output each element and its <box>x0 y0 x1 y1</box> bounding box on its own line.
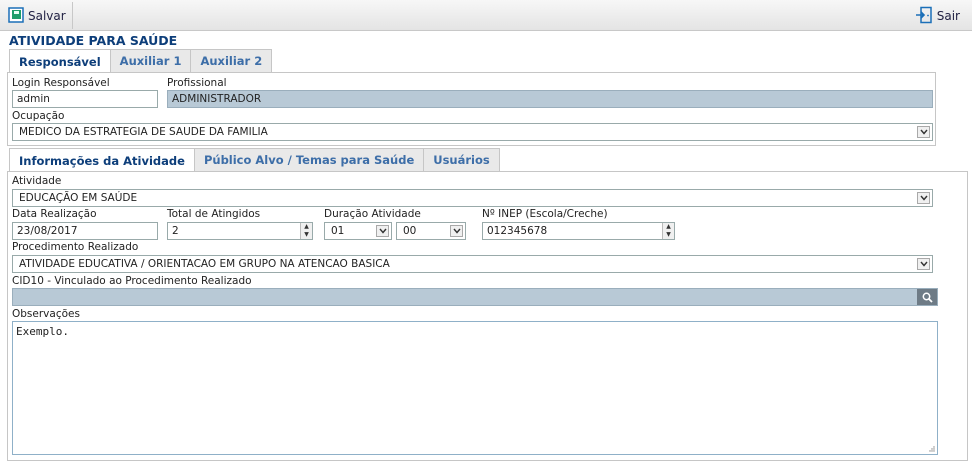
save-icon <box>8 6 24 26</box>
procedimento-value: ATIVIDADE EDUCATIVA / ORIENTACAO EM GRUP… <box>19 258 390 270</box>
duracao-label: Duração Atividade <box>324 208 421 220</box>
chevron-down-icon[interactable] <box>917 126 930 138</box>
procedimento-select[interactable]: ATIVIDADE EDUCATIVA / ORIENTACAO EM GRUP… <box>12 255 933 273</box>
observacoes-value: Exemplo. <box>16 325 69 338</box>
chevron-down-icon[interactable] <box>917 192 930 204</box>
login-label: Login Responsável <box>12 77 110 89</box>
total-atingidos-field[interactable]: 2 ▲ ▼ <box>167 222 313 240</box>
exit-door-icon <box>915 6 933 27</box>
tab-auxiliar-1[interactable]: Auxiliar 1 <box>109 49 192 72</box>
save-button[interactable]: Salvar <box>8 5 66 27</box>
chevron-down-icon[interactable] <box>450 225 463 237</box>
data-realizacao-field[interactable]: 23/08/2017 <box>12 222 158 240</box>
total-atingidos-label: Total de Atingidos <box>167 208 261 220</box>
duracao-hours-value: 01 <box>331 225 345 237</box>
toolbar: Salvar Sair <box>0 0 972 31</box>
chevron-down-icon[interactable] <box>917 258 930 270</box>
duracao-minutes-value: 00 <box>403 225 417 237</box>
total-atingidos-value: 2 <box>172 225 179 237</box>
save-label: Salvar <box>28 9 66 23</box>
toolbar-separator <box>72 2 73 29</box>
ocupacao-select[interactable]: MEDICO DA ESTRATEGIA DE SAUDE DA FAMILIA <box>12 123 933 141</box>
cid10-field[interactable] <box>12 288 938 306</box>
inep-value: 012345678 <box>487 225 548 237</box>
tab-publico-alvo[interactable]: Público Alvo / Temas para Saúde <box>193 148 425 171</box>
sub-tabs: Informações da Atividade Público Alvo / … <box>9 148 500 172</box>
stepper-arrows-icon[interactable]: ▲ ▼ <box>662 223 674 239</box>
tab-auxiliar-2[interactable]: Auxiliar 2 <box>190 49 273 72</box>
inep-label: Nº INEP (Escola/Creche) <box>482 208 608 220</box>
duracao-minutes-select[interactable]: 00 <box>396 222 466 240</box>
resize-grip-icon[interactable] <box>928 445 935 452</box>
duracao-hours-select[interactable]: 01 <box>324 222 392 240</box>
profissional-label: Profissional <box>167 77 227 89</box>
procedimento-label: Procedimento Realizado <box>12 241 139 253</box>
page-title: ATIVIDADE PARA SAÚDE <box>9 33 178 48</box>
ocupacao-value: MEDICO DA ESTRATEGIA DE SAUDE DA FAMILIA <box>19 126 268 138</box>
cid10-label: CID10 - Vinculado ao Procedimento Realiz… <box>12 275 252 287</box>
search-icon[interactable] <box>917 289 937 305</box>
profissional-field: ADMINISTRADOR <box>167 90 933 108</box>
exit-button[interactable]: Sair <box>915 5 960 27</box>
chevron-down-icon[interactable] <box>376 225 389 237</box>
responsavel-panel: Login Responsável admin Profissional ADM… <box>7 72 936 146</box>
atividade-value: EDUCAÇÃO EM SAÚDE <box>19 192 138 204</box>
login-field[interactable]: admin <box>12 90 158 108</box>
atividade-panel: Atividade EDUCAÇÃO EM SAÚDE Data Realiza… <box>7 171 968 461</box>
inep-field[interactable]: 012345678 ▲ ▼ <box>482 222 675 240</box>
observacoes-label: Observações <box>12 308 80 320</box>
tab-informacoes-atividade[interactable]: Informações da Atividade <box>9 148 195 172</box>
observacoes-textarea[interactable]: Exemplo. <box>12 321 938 455</box>
ocupacao-label: Ocupação <box>12 110 65 122</box>
exit-label: Sair <box>936 9 960 23</box>
data-realizacao-label: Data Realização <box>12 208 97 220</box>
atividade-label: Atividade <box>12 175 62 187</box>
top-tabs: Responsável Auxiliar 1 Auxiliar 2 <box>9 49 273 73</box>
tab-responsavel[interactable]: Responsável <box>9 49 111 73</box>
stepper-arrows-icon[interactable]: ▲ ▼ <box>300 223 312 239</box>
atividade-select[interactable]: EDUCAÇÃO EM SAÚDE <box>12 189 933 207</box>
tab-usuarios[interactable]: Usuários <box>423 148 500 171</box>
